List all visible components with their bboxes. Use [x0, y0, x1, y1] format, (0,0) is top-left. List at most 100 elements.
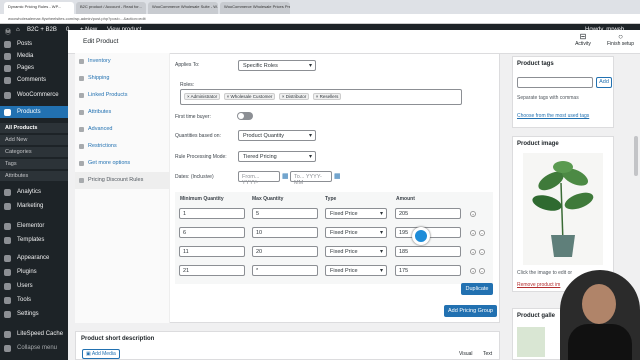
max-qty-input[interactable]: *: [252, 265, 318, 276]
processing-mode-select[interactable]: Tiered Pricing: [238, 151, 316, 162]
browser-tab[interactable]: WooCommerce Wholesale Suite - W...: [148, 2, 218, 14]
tab-restrictions[interactable]: Restrictions: [75, 138, 169, 155]
site-name[interactable]: B2C + B2B: [27, 27, 57, 33]
role-chip[interactable]: × Resellers: [312, 93, 342, 100]
comment-icon: [4, 77, 11, 84]
scrollbar[interactable]: [634, 136, 638, 176]
remove-row-icon[interactable]: −: [479, 230, 485, 236]
add-tag-button[interactable]: Add: [596, 77, 612, 88]
chart-icon: [4, 189, 11, 196]
collapse-icon: [4, 345, 11, 352]
add-row-icon[interactable]: +: [470, 230, 476, 236]
type-select[interactable]: Fixed Price: [325, 246, 387, 257]
menu-appearance[interactable]: Appearance: [0, 252, 68, 264]
amount-input[interactable]: 175: [395, 265, 461, 276]
woo-icon: [4, 92, 11, 99]
role-chip[interactable]: × Administrator: [184, 93, 221, 100]
remove-image-link[interactable]: Remove product im: [517, 282, 560, 288]
address-bar[interactable]: woowholesalemax.flywheelsites.com/wp-adm…: [0, 14, 640, 24]
menu-marketing[interactable]: Marketing: [0, 200, 68, 212]
plus-icon: [79, 161, 84, 166]
menu-posts[interactable]: Posts: [0, 38, 68, 50]
amount-input[interactable]: 205: [395, 208, 461, 219]
most-used-tags-link[interactable]: Choose from the most used tags: [517, 113, 589, 119]
menu-elementor[interactable]: Elementor: [0, 220, 68, 232]
menu-plugins[interactable]: Plugins: [0, 266, 68, 278]
submenu-all-products[interactable]: All Products: [0, 123, 68, 133]
tab-inventory[interactable]: Inventory: [75, 53, 169, 70]
tab-advanced[interactable]: Advanced: [75, 121, 169, 138]
type-select[interactable]: Fixed Price: [325, 227, 387, 238]
first-time-buyer-toggle[interactable]: [237, 112, 253, 120]
applies-to-select[interactable]: Specific Roles: [238, 60, 316, 71]
menu-woocommerce[interactable]: WooCommerce: [0, 89, 68, 101]
link-icon: [79, 93, 84, 98]
remove-row-icon[interactable]: −: [479, 249, 485, 255]
browser-tab[interactable]: WooCommerce Wholesale Prices Pre...: [220, 2, 290, 14]
submenu-attributes[interactable]: Attributes: [0, 171, 68, 181]
menu-templates[interactable]: Templates: [0, 234, 68, 246]
tab-attributes[interactable]: Attributes: [75, 104, 169, 121]
wordpress-icon[interactable]: Ⓦ: [5, 27, 11, 36]
duplicate-button[interactable]: Duplicate: [461, 283, 493, 295]
product-gallery-title: Product galle: [517, 313, 556, 319]
product-image[interactable]: [523, 153, 603, 265]
type-select[interactable]: Fixed Price: [325, 265, 387, 276]
image-hint: Click the image to edit or: [517, 270, 573, 276]
collapse-menu[interactable]: Collapse menu: [0, 342, 68, 354]
megaphone-icon: [4, 203, 11, 210]
menu-pages[interactable]: Pages: [0, 62, 68, 74]
quantities-based-select[interactable]: Product Quantity: [238, 130, 316, 141]
tab-pricing-discount-rules[interactable]: Pricing Discount Rules: [75, 172, 169, 189]
finish-setup-button[interactable]: ○ Finish setup: [603, 32, 638, 47]
max-qty-input[interactable]: 5: [252, 208, 318, 219]
submenu-add-new[interactable]: Add New: [0, 135, 68, 145]
menu-litespeed[interactable]: LiteSpeed Cache: [0, 328, 68, 340]
menu-users[interactable]: Users: [0, 280, 68, 292]
visual-tab[interactable]: Visual: [459, 351, 473, 357]
max-qty-input[interactable]: 10: [252, 227, 318, 238]
text-tab[interactable]: Text: [483, 351, 492, 357]
media-icon: [4, 53, 11, 60]
min-qty-input[interactable]: 21: [179, 265, 245, 276]
menu-analytics[interactable]: Analytics: [0, 186, 68, 198]
remove-row-icon[interactable]: −: [479, 268, 485, 274]
menu-settings[interactable]: Settings: [0, 308, 68, 320]
add-media-button[interactable]: ▣ Add Media: [82, 349, 120, 359]
lock-icon: [79, 144, 84, 149]
menu-products[interactable]: Products: [0, 106, 68, 118]
tab-more-options[interactable]: Get more options: [75, 155, 169, 172]
max-qty-input[interactable]: 20: [252, 246, 318, 257]
browser-tab[interactable]: Dynamic Pricing Rules - WP...: [4, 2, 74, 14]
gallery-thumbnail[interactable]: [517, 327, 545, 357]
type-select[interactable]: Fixed Price: [325, 208, 387, 219]
submenu-categories[interactable]: Categories: [0, 147, 68, 157]
browser-tab[interactable]: B2C product / Account - Read for...: [76, 2, 146, 14]
min-qty-input[interactable]: 1: [179, 208, 245, 219]
calendar-icon[interactable]: ▦: [282, 172, 289, 180]
amount-input[interactable]: 185: [395, 246, 461, 257]
roles-field[interactable]: × Administrator × Wholesale Customer × D…: [180, 89, 462, 105]
product-image-title: Product image: [517, 141, 559, 147]
activity-button[interactable]: ⊟ Activity: [568, 32, 598, 47]
date-to-input[interactable]: To... YYYY-MM: [290, 171, 332, 186]
menu-media[interactable]: Media: [0, 50, 68, 62]
tab-linked-products[interactable]: Linked Products: [75, 87, 169, 104]
dates-label: Dates: (Inclusive): [175, 174, 214, 180]
tab-shipping[interactable]: Shipping: [75, 70, 169, 87]
submenu-tags[interactable]: Tags: [0, 159, 68, 169]
admin-sidebar: Posts Media Pages Comments WooCommerce P…: [0, 38, 68, 360]
calendar-icon[interactable]: ▦: [334, 172, 341, 180]
menu-tools[interactable]: Tools: [0, 294, 68, 306]
add-pricing-group-button[interactable]: Add Pricing Group: [444, 305, 497, 317]
role-chip[interactable]: × Wholesale Customer: [223, 93, 276, 100]
date-from-input[interactable]: From... YYYY-: [238, 171, 280, 186]
min-qty-input[interactable]: 11: [179, 246, 245, 257]
role-chip[interactable]: × Distributor: [278, 93, 310, 100]
min-qty-input[interactable]: 6: [179, 227, 245, 238]
add-row-icon[interactable]: +: [470, 211, 476, 217]
add-row-icon[interactable]: +: [470, 268, 476, 274]
menu-comments[interactable]: Comments: [0, 74, 68, 86]
tag-input[interactable]: [517, 77, 593, 88]
add-row-icon[interactable]: +: [470, 249, 476, 255]
